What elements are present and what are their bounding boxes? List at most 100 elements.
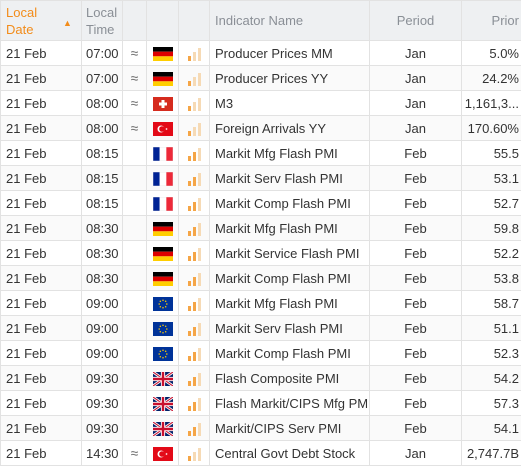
row-indicator-name[interactable]: Flash Composite PMI (209, 365, 370, 391)
row-indicator-name[interactable]: Markit Mfg Flash PMI (209, 215, 370, 241)
de-flag-icon (152, 271, 173, 286)
row-indicator-name[interactable]: Markit Service Flash PMI (209, 240, 370, 266)
approx-time-icon: ≈ (122, 90, 147, 116)
row-country (146, 265, 179, 291)
row-period: Feb (369, 190, 462, 216)
fr-flag-icon (152, 196, 173, 211)
approx-time-icon (122, 415, 147, 441)
tr-flag-icon (152, 446, 173, 461)
row-country (146, 415, 179, 441)
row-prior: 24.2% (461, 65, 521, 91)
row-indicator-name[interactable]: Markit Comp Flash PMI (209, 190, 370, 216)
table-row[interactable]: 21 Feb 09:30 Flash Markit/CIPS Mfg PMI Feb 5… (0, 390, 521, 416)
eu-flag-icon (152, 346, 173, 361)
row-date: 21 Feb (0, 215, 82, 241)
row-indicator-name[interactable]: Producer Prices YY (209, 65, 370, 91)
fr-flag-icon (152, 146, 173, 161)
row-date: 21 Feb (0, 140, 82, 166)
row-date: 21 Feb (0, 190, 82, 216)
row-prior: 59.8 (461, 215, 521, 241)
table-row[interactable]: 21 Feb 09:30 Markit/CIPS Serv PMI Feb 54.1 (0, 415, 521, 441)
row-indicator-name[interactable]: Markit Serv Flash PMI (209, 165, 370, 191)
row-time: 08:15 (81, 190, 123, 216)
table-row[interactable]: 21 Feb 08:30 Markit Service Flash PMI Feb 52… (0, 240, 521, 266)
row-importance (178, 215, 210, 241)
approx-time-icon (122, 165, 147, 191)
gb-flag-icon (152, 371, 173, 386)
de-flag-icon (152, 46, 173, 61)
column-header-indicator-name[interactable]: Indicator Name (209, 0, 370, 41)
gb-flag-icon (152, 421, 173, 436)
row-importance (178, 340, 210, 366)
sort-ascending-icon[interactable]: ▲ (63, 15, 72, 32)
row-period: Feb (369, 390, 462, 416)
row-date: 21 Feb (0, 340, 82, 366)
table-row[interactable]: 21 Feb 08:30 Markit Mfg Flash PMI Feb 59.8 (0, 215, 521, 241)
de-flag-icon (152, 71, 173, 86)
fr-flag-icon (152, 171, 173, 186)
row-time: 08:30 (81, 240, 123, 266)
row-date: 21 Feb (0, 290, 82, 316)
table-row[interactable]: 21 Feb 08:15 Markit Comp Flash PMI Feb 52.7 (0, 190, 521, 216)
row-indicator-name[interactable]: Markit/CIPS Serv PMI (209, 415, 370, 441)
row-period: Jan (369, 115, 462, 141)
column-header-period[interactable]: Period (369, 0, 462, 41)
approx-time-icon: ≈ (122, 40, 147, 66)
tr-flag-icon (152, 121, 173, 136)
table-row[interactable]: 21 Feb 08:00 ≈ Foreign Arrivals YY Jan 170.60… (0, 115, 521, 141)
row-indicator-name[interactable]: M3 (209, 90, 370, 116)
row-indicator-name[interactable]: Foreign Arrivals YY (209, 115, 370, 141)
row-indicator-name[interactable]: Flash Markit/CIPS Mfg PMI (209, 390, 370, 416)
row-indicator-name[interactable]: Markit Serv Flash PMI (209, 315, 370, 341)
importance-bars-icon (187, 247, 201, 261)
row-indicator-name[interactable]: Central Govt Debt Stock (209, 440, 370, 466)
row-prior: 53.8 (461, 265, 521, 291)
row-date: 21 Feb (0, 165, 82, 191)
column-header-local-time[interactable]: Local Time (81, 0, 123, 41)
row-prior: 54.2 (461, 365, 521, 391)
row-country (146, 190, 179, 216)
row-period: Feb (369, 340, 462, 366)
table-row[interactable]: 21 Feb 08:15 Markit Serv Flash PMI Feb 53.1 (0, 165, 521, 191)
row-indicator-name[interactable]: Markit Mfg Flash PMI (209, 140, 370, 166)
row-indicator-name[interactable]: Markit Comp Flash PMI (209, 340, 370, 366)
row-prior: 2,747.7B (461, 440, 521, 466)
approx-time-icon (122, 340, 147, 366)
table-row[interactable]: 21 Feb 08:15 Markit Mfg Flash PMI Feb 55.5 (0, 140, 521, 166)
table-row[interactable]: 21 Feb 14:30 ≈ Central Govt Debt Stock Jan 2,… (0, 440, 521, 466)
row-prior: 55.5 (461, 140, 521, 166)
row-period: Jan (369, 65, 462, 91)
row-importance (178, 115, 210, 141)
table-row[interactable]: 21 Feb 07:00 ≈ Producer Prices MM Jan 5.0% (0, 40, 521, 66)
importance-bars-icon (187, 447, 201, 461)
column-header-prior[interactable]: Prior (461, 0, 521, 41)
row-indicator-name[interactable]: Markit Mfg Flash PMI (209, 290, 370, 316)
row-importance (178, 315, 210, 341)
row-indicator-name[interactable]: Markit Comp Flash PMI (209, 265, 370, 291)
row-importance (178, 65, 210, 91)
approx-time-icon (122, 290, 147, 316)
row-prior: 53.1 (461, 165, 521, 191)
table-row[interactable]: 21 Feb 09:00 Markit Mfg Flash PMI Feb 58.7 (0, 290, 521, 316)
row-date: 21 Feb (0, 365, 82, 391)
row-time: 09:30 (81, 390, 123, 416)
column-header-local-date[interactable]: Local Date ▲ (0, 0, 82, 41)
row-importance (178, 265, 210, 291)
importance-bars-icon (187, 47, 201, 61)
approx-time-icon (122, 215, 147, 241)
row-country (146, 315, 179, 341)
table-row[interactable]: 21 Feb 07:00 ≈ Producer Prices YY Jan 24.2% (0, 65, 521, 91)
table-row[interactable]: 21 Feb 09:00 Markit Serv Flash PMI Feb 51.1 (0, 315, 521, 341)
row-indicator-name[interactable]: Producer Prices MM (209, 40, 370, 66)
table-row[interactable]: 21 Feb 09:30 Flash Composite PMI Feb 54.2 (0, 365, 521, 391)
table-row[interactable]: 21 Feb 08:30 Markit Comp Flash PMI Feb 53.8 (0, 265, 521, 291)
row-importance (178, 40, 210, 66)
de-flag-icon (152, 221, 173, 236)
table-row[interactable]: 21 Feb 09:00 Markit Comp Flash PMI Feb 52.3 (0, 340, 521, 366)
importance-bars-icon (187, 147, 201, 161)
table-body: 21 Feb 07:00 ≈ Producer Prices MM Jan 5.0% 21 … (0, 40, 521, 466)
table-row[interactable]: 21 Feb 08:00 ≈ M3 Jan 1,161,3... (0, 90, 521, 116)
row-prior: 57.3 (461, 390, 521, 416)
row-country (146, 240, 179, 266)
row-time: 08:15 (81, 140, 123, 166)
